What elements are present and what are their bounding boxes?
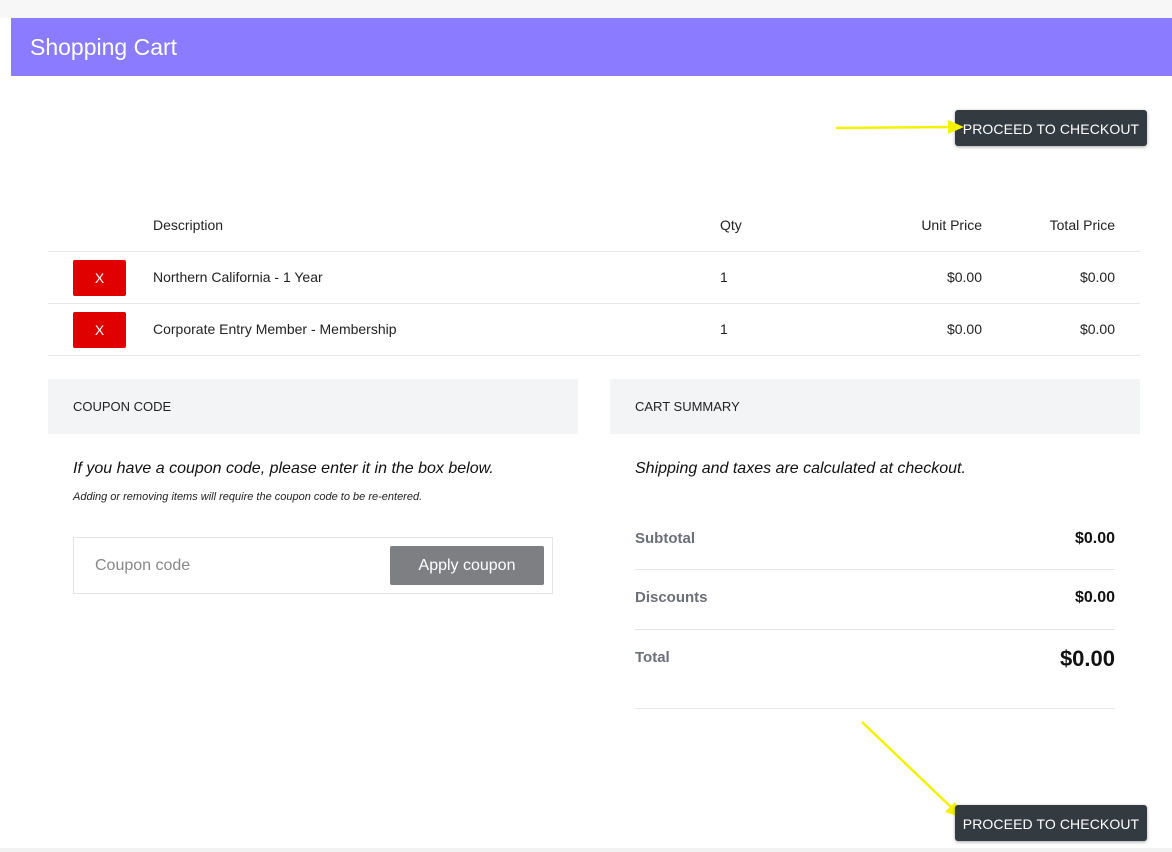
column-header-qty: Qty <box>720 217 742 233</box>
coupon-note-text: Adding or removing items will require th… <box>73 491 423 503</box>
column-header-description: Description <box>153 217 224 233</box>
page-header: Shopping Cart <box>11 18 1172 76</box>
subtotal-value: $0.00 <box>1074 530 1115 547</box>
total-value: $0.00 <box>1059 646 1115 671</box>
subtotal-label: Subtotal <box>635 530 695 547</box>
arrow-icon <box>835 120 964 134</box>
coupon-code-heading: COUPON CODE <box>48 379 578 434</box>
coupon-code-input[interactable] <box>74 538 374 593</box>
top-strip <box>0 0 1172 18</box>
total-label: Total <box>635 649 670 666</box>
coupon-form: Apply coupon <box>73 537 553 594</box>
table-header-row: Description Qty Unit Price Total Price <box>48 200 1140 252</box>
item-qty: 1 <box>720 269 728 285</box>
item-total-price: $0.00 <box>1079 269 1115 285</box>
arrow-icon <box>861 721 963 818</box>
column-header-total-price: Total Price <box>1049 217 1115 233</box>
shipping-note: Shipping and taxes are calculated at che… <box>635 460 966 477</box>
item-total-price: $0.00 <box>1079 321 1115 337</box>
remove-item-button[interactable]: X <box>73 312 126 348</box>
item-unit-price: $0.00 <box>946 321 982 337</box>
apply-coupon-button[interactable]: Apply coupon <box>390 546 544 585</box>
item-qty: 1 <box>720 321 728 337</box>
discounts-line: Discounts $0.00 <box>635 569 1115 630</box>
bottom-strip <box>0 848 1172 852</box>
coupon-intro-text: If you have a coupon code, please enter … <box>73 460 494 477</box>
table-row: X Northern California - 1 Year 1 $0.00 $… <box>48 252 1140 304</box>
item-description: Northern California - 1 Year <box>153 269 323 285</box>
proceed-to-checkout-button-top[interactable]: PROCEED TO CHECKOUT <box>955 110 1147 146</box>
cart-table: Description Qty Unit Price Total Price X… <box>48 200 1140 356</box>
discounts-label: Discounts <box>635 589 708 606</box>
column-header-unit-price: Unit Price <box>921 217 982 233</box>
discounts-value: $0.00 <box>1074 589 1115 606</box>
proceed-to-checkout-button-bottom[interactable]: PROCEED TO CHECKOUT <box>955 805 1147 841</box>
item-description: Corporate Entry Member - Membership <box>153 321 397 337</box>
remove-item-button[interactable]: X <box>73 260 126 296</box>
cart-summary-heading: CART SUMMARY <box>610 379 1140 434</box>
table-row: X Corporate Entry Member - Membership 1 … <box>48 304 1140 356</box>
total-line: Total $0.00 <box>635 629 1115 709</box>
item-unit-price: $0.00 <box>946 269 982 285</box>
page-title: Shopping Cart <box>30 34 178 60</box>
subtotal-line: Subtotal $0.00 <box>635 510 1115 570</box>
